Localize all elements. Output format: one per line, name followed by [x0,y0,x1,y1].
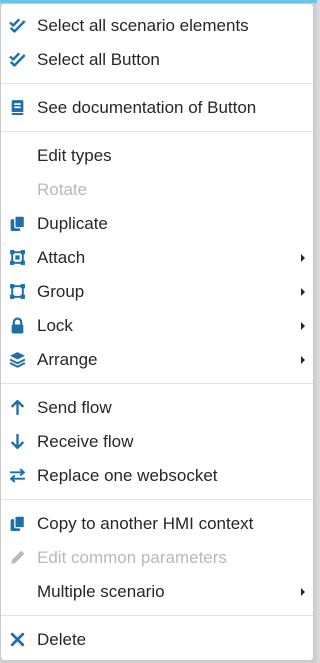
menu-separator [1,499,313,500]
menu-item-select-all-button[interactable]: Select all Button [1,43,313,77]
menu-item-label: Select all Button [37,50,160,69]
menu-item-label: Replace one websocket [37,466,218,485]
close-icon [9,631,26,648]
context-menu: Select all scenario elements Select all B… [0,3,314,661]
menu-item-label: Multiple scenario [37,582,165,601]
menu-item-label: Lock [37,316,73,335]
pencil-icon [9,549,26,566]
group-icon [9,283,26,300]
exchange-icon [9,467,26,484]
menu-item-send-flow[interactable]: Send flow [1,391,313,425]
menu-item-edit-common-parameters: Edit common parameters [1,541,313,575]
menu-item-arrange[interactable]: Arrange [1,343,313,377]
menu-item-group[interactable]: Group [1,275,313,309]
copy-icon [9,215,26,232]
arrow-up-icon [9,399,26,416]
menu-item-label: Group [37,282,85,301]
menu-item-edit-types[interactable]: Edit types [1,139,313,173]
menu-item-receive-flow[interactable]: Receive flow [1,425,313,459]
menu-item-label: Delete [37,630,87,649]
menu-item-label: See documentation of Button [37,98,257,117]
double-check-icon [9,17,26,34]
book-icon [9,99,26,116]
menu-separator [1,615,313,616]
submenu-arrow-icon [301,288,305,296]
menu-item-lock[interactable]: Lock [1,309,313,343]
double-check-icon [9,51,26,68]
layers-icon [9,351,26,368]
menu-item-label: Arrange [37,350,98,369]
menu-separator [1,83,313,84]
attach-icon [9,249,26,266]
menu-item-label: Edit types [37,146,112,165]
menu-item-label: Duplicate [37,214,108,233]
menu-separator [1,383,313,384]
menu-item-label: Send flow [37,398,112,417]
menu-item-duplicate[interactable]: Duplicate [1,207,313,241]
submenu-arrow-icon [301,356,305,364]
menu-separator [1,131,313,132]
menu-item-attach[interactable]: Attach [1,241,313,275]
menu-item-multiple-scenario[interactable]: Multiple scenario [1,575,313,609]
menu-item-rotate: Rotate [1,173,313,207]
lock-icon [9,317,26,334]
menu-item-replace-one-websocket[interactable]: Replace one websocket [1,459,313,493]
menu-item-label: Attach [37,248,86,267]
menu-item-select-all-scenario-elements[interactable]: Select all scenario elements [1,9,313,43]
menu-item-label: Copy to another HMI context [37,514,254,533]
menu-item-see-documentation-of-button[interactable]: See documentation of Button [1,91,313,125]
menu-item-label: Select all scenario elements [37,16,249,35]
menu-item-copy-to-another-hmi-context[interactable]: Copy to another HMI context [1,507,313,541]
submenu-arrow-icon [301,254,305,262]
screen: Select all scenario elements Select all B… [0,0,317,663]
menu-item-label: Edit common parameters [37,548,227,567]
menu-item-label: Receive flow [37,432,134,451]
menu-item-delete[interactable]: Delete [1,623,313,657]
submenu-arrow-icon [301,588,305,596]
arrow-down-icon [9,433,26,450]
menu-item-label: Rotate [37,180,88,199]
copy-icon [9,515,26,532]
submenu-arrow-icon [301,322,305,330]
